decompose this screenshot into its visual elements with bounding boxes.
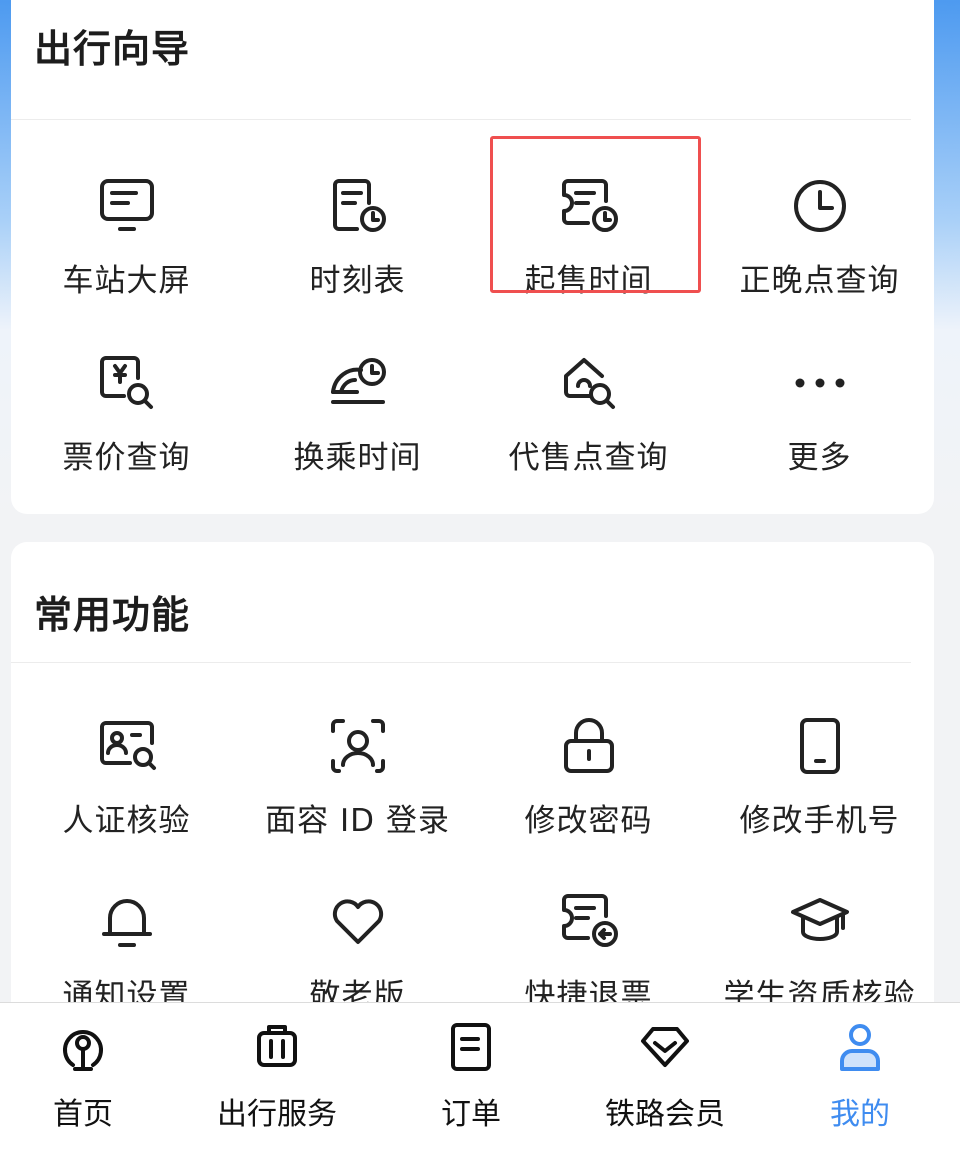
bell-icon <box>96 890 158 952</box>
bottom-tab-bar: 首页 出行服务 订单 铁路会员 我的 <box>0 1002 960 1159</box>
item-label: 票价查询 <box>62 440 191 476</box>
item-label: 修改密码 <box>524 803 653 839</box>
item-label: 更多 <box>787 440 852 476</box>
tab-label: 出行服务 <box>217 1097 337 1132</box>
luggage-icon <box>251 1021 303 1073</box>
person-icon <box>834 1021 886 1073</box>
tab-travel-service[interactable]: 出行服务 <box>181 1021 373 1132</box>
tab-orders[interactable]: 订单 <box>375 1021 567 1132</box>
diamond-icon <box>639 1021 691 1073</box>
transfer-time-button[interactable]: 换乘时间 <box>242 352 473 502</box>
agency-query-icon <box>558 352 620 414</box>
refund-ticket-icon <box>558 890 620 952</box>
tab-label: 首页 <box>53 1097 113 1132</box>
id-verify-button[interactable]: 人证核验 <box>11 715 242 865</box>
change-phone-button[interactable]: 修改手机号 <box>704 715 934 865</box>
clock-icon <box>789 175 851 237</box>
item-label: 修改手机号 <box>739 803 900 839</box>
heart-icon <box>327 890 389 952</box>
face-id-login-button[interactable]: 面容 ID 登录 <box>242 715 473 865</box>
transfer-time-icon <box>327 352 389 414</box>
tab-railway-member[interactable]: 铁路会员 <box>569 1021 761 1132</box>
tab-home[interactable]: 首页 <box>0 1021 179 1132</box>
travel-guide-card: 出行向导 车站大屏 时刻表 起售时间 正晚点查询 票价查询 换乘时间 代售点查询… <box>11 0 934 514</box>
more-button[interactable]: 更多 <box>704 352 934 502</box>
id-verify-icon <box>96 715 158 777</box>
on-time-query-button[interactable]: 正晚点查询 <box>704 175 934 325</box>
change-password-button[interactable]: 修改密码 <box>473 715 704 865</box>
station-screen-icon <box>96 175 158 237</box>
divider <box>11 119 911 120</box>
tab-label: 订单 <box>441 1097 501 1132</box>
lock-icon <box>558 715 620 777</box>
railway-logo-icon <box>57 1021 109 1073</box>
phone-icon <box>789 715 851 777</box>
station-screen-button[interactable]: 车站大屏 <box>11 175 242 325</box>
item-label: 车站大屏 <box>62 263 191 299</box>
agency-query-button[interactable]: 代售点查询 <box>473 352 704 502</box>
fare-query-icon <box>96 352 158 414</box>
common-functions-title: 常用功能 <box>34 593 191 637</box>
item-label: 正晚点查询 <box>739 263 900 299</box>
graduation-cap-icon <box>789 890 851 952</box>
order-list-icon <box>445 1021 497 1073</box>
item-label: 人证核验 <box>62 803 191 839</box>
timetable-icon <box>327 175 389 237</box>
common-functions-card: 常用功能 人证核验 面容 ID 登录 修改密码 修改手机号 通知设置 敬老版 快… <box>11 542 934 1022</box>
tab-mine[interactable]: 我的 <box>764 1021 956 1132</box>
item-label: 时刻表 <box>309 263 406 299</box>
more-icon <box>789 352 851 414</box>
fare-query-button[interactable]: 票价查询 <box>11 352 242 502</box>
travel-guide-title: 出行向导 <box>34 27 191 71</box>
face-id-icon <box>327 715 389 777</box>
item-label: 换乘时间 <box>293 440 422 476</box>
timetable-button[interactable]: 时刻表 <box>242 175 473 325</box>
item-label: 代售点查询 <box>508 440 669 476</box>
item-label: 面容 ID 登录 <box>265 803 450 839</box>
tab-label: 铁路会员 <box>605 1097 725 1132</box>
tab-label: 我的 <box>830 1097 890 1132</box>
highlight-box <box>490 136 701 293</box>
divider <box>11 662 911 663</box>
